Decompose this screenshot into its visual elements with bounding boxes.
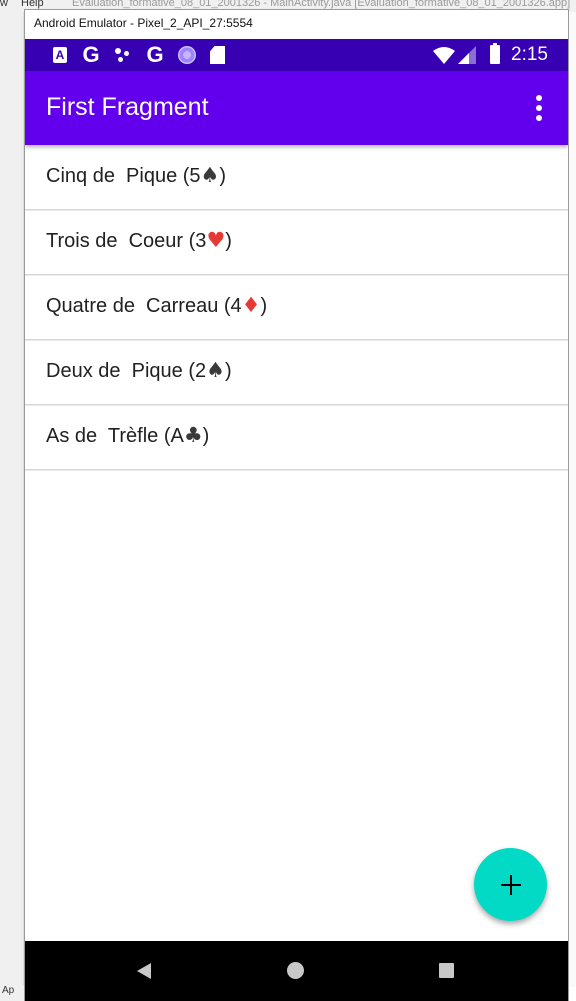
club-icon: ♣ [183, 423, 203, 447]
ide-menu-help[interactable]: Help [21, 0, 44, 9]
ide-window-title: Evaluation_formative_08_01_2001326 - Mai… [72, 0, 571, 9]
google-icon: G [82, 42, 100, 67]
list-item-label: Quatre de Carreau (4♦) [46, 293, 268, 317]
list-item[interactable]: Quatre de Carreau (4♦) [25, 275, 568, 340]
list-item[interactable]: Trois de Coeur (3♥) [25, 210, 568, 275]
list-item-label: Cinq de Pique (5♠) [46, 163, 227, 187]
battery-icon [490, 43, 500, 64]
spade-icon: ♠ [206, 358, 225, 382]
ide-editor-edge [568, 12, 576, 987]
toolbar-title: First Fragment [46, 93, 209, 121]
heart-icon: ♥ [206, 228, 226, 252]
emulator-window: Android Emulator - Pixel_2_API_27:5554 A… [24, 9, 569, 1001]
diamond-icon: ♦ [241, 293, 261, 317]
home-icon[interactable] [287, 962, 304, 979]
ide-menu-item[interactable]: w [0, 0, 8, 9]
list-item-label: Trois de Coeur (3♥) [46, 228, 232, 252]
assistant-dots-icon [113, 46, 133, 64]
recents-icon[interactable] [439, 963, 454, 978]
ide-bottom-tab[interactable]: Ap [0, 985, 24, 1001]
globe-icon [178, 46, 196, 64]
phone-screen: A G G 2:15 First Fragment Cinq de Pique … [25, 39, 568, 1001]
back-icon[interactable] [137, 963, 151, 979]
spade-icon: ♠ [200, 163, 220, 187]
card-list: Cinq de Pique (5♠) Trois de Coeur (3♥) Q… [25, 145, 568, 470]
plus-icon [500, 874, 521, 895]
list-item-label: As de Trèfle (A♣) [46, 423, 210, 447]
sd-card-icon [210, 46, 225, 64]
app-toolbar: First Fragment [25, 71, 568, 145]
ide-line-gutter [0, 12, 24, 987]
list-item[interactable]: As de Trèfle (A♣) [25, 405, 568, 470]
emulator-title: Android Emulator - Pixel_2_API_27:5554 [25, 10, 568, 39]
system-nav-bar [25, 941, 568, 1001]
a-icon: A [53, 47, 67, 63]
list-item[interactable]: Cinq de Pique (5♠) [25, 145, 568, 210]
signal-icon [458, 46, 476, 64]
list-item[interactable]: Deux de Pique (2♠) [25, 340, 568, 405]
add-card-fab[interactable] [474, 848, 547, 921]
google-icon: G [146, 42, 164, 67]
more-vert-icon[interactable] [525, 93, 553, 123]
status-bar: A G G 2:15 [25, 39, 568, 71]
status-time: 2:15 [511, 44, 548, 65]
wifi-icon [433, 47, 455, 64]
list-item-label: Deux de Pique (2♠) [46, 358, 232, 382]
